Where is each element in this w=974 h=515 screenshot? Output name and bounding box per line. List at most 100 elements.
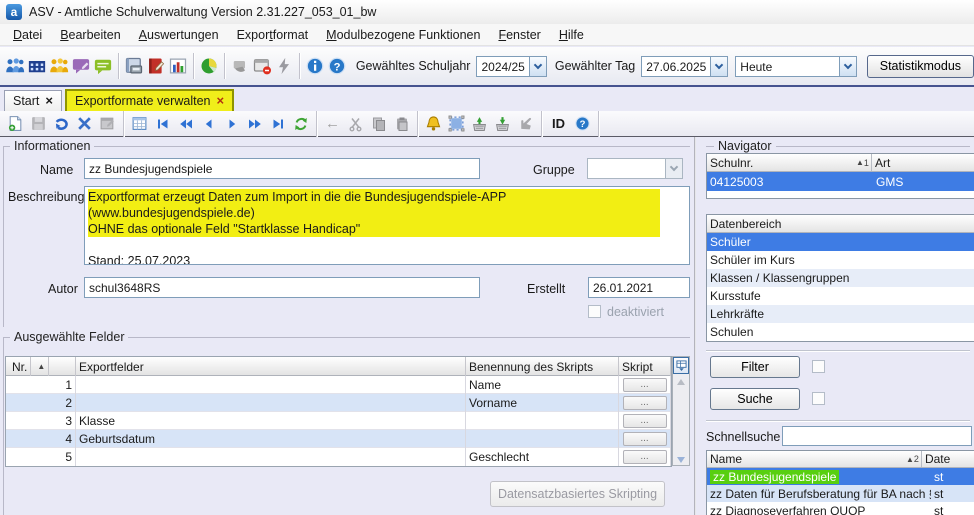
students-icon[interactable] xyxy=(4,53,26,79)
datenbereich-item-klassen[interactable]: Klassen / Klassengruppen xyxy=(707,269,974,287)
red-book-edit-icon[interactable] xyxy=(145,53,167,79)
school-row[interactable]: 04125003 GMS xyxy=(707,172,974,191)
name-input[interactable]: zz Bundesjugendspiele xyxy=(84,158,480,179)
window-remove-icon[interactable] xyxy=(251,53,273,79)
table-row[interactable]: 1 Name ... xyxy=(6,376,671,394)
help-icon[interactable]: ? xyxy=(571,113,594,135)
day-mode-select[interactable]: Heute xyxy=(735,56,856,77)
beschreibung-textarea[interactable]: Exportformat erzeugt Daten zum Import in… xyxy=(84,186,690,265)
goto-id-button[interactable]: ID xyxy=(552,116,565,131)
skript-edit-button[interactable]: ... xyxy=(623,396,667,410)
chevron-down-icon[interactable] xyxy=(529,57,546,76)
autor-input[interactable]: schul3648RS xyxy=(84,277,480,298)
school-year-select[interactable]: 2024/25 xyxy=(476,56,546,77)
bell-icon[interactable] xyxy=(422,113,445,135)
gruppe-select[interactable] xyxy=(587,158,683,179)
suche-button[interactable]: Suche xyxy=(710,388,800,410)
menu-auswertungen[interactable]: Auswertungen xyxy=(130,25,228,45)
tab-start[interactable]: Start × xyxy=(4,90,62,111)
menu-hilfe[interactable]: Hilfe xyxy=(550,25,593,45)
column-header-exportfelder[interactable]: Exportfelder xyxy=(76,357,466,376)
copy-icon[interactable] xyxy=(367,113,390,135)
column-chooser-button[interactable] xyxy=(673,357,689,374)
report-print-icon[interactable] xyxy=(123,53,145,79)
deaktiviert-checkbox[interactable] xyxy=(588,305,601,318)
column-header-datenbereich[interactable]: Datenbereich xyxy=(707,215,784,232)
school-building-icon[interactable] xyxy=(26,53,48,79)
column-header-skript[interactable]: Skript xyxy=(619,357,671,376)
menu-modulbezogene-funktionen[interactable]: Modulbezogene Funktionen xyxy=(317,25,489,45)
table-row[interactable]: 2 Vorname ... xyxy=(6,394,671,412)
cut-icon[interactable] xyxy=(344,113,367,135)
datenbereich-item-kursstufe[interactable]: Kursstufe xyxy=(707,287,974,305)
help-icon[interactable]: ? xyxy=(326,53,348,79)
column-header-date[interactable]: Date xyxy=(922,451,953,467)
table-row[interactable]: 4 Geburtsdatum ... xyxy=(6,430,671,448)
list-item[interactable]: zz Diagnoseverfahren QUOP st xyxy=(707,502,974,515)
datensatz-skripting-button[interactable]: Datensatzbasiertes Skripting xyxy=(490,481,665,507)
save-icon[interactable] xyxy=(27,113,50,135)
column-header-schulnr[interactable]: Schulnr. xyxy=(707,154,853,171)
datenbereich-item-schueler[interactable]: Schüler xyxy=(707,233,974,251)
erstellt-input[interactable]: 26.01.2021 xyxy=(588,277,690,298)
menu-datei[interactable]: Datei xyxy=(4,25,51,45)
chevron-down-icon[interactable] xyxy=(839,57,856,76)
fast-backward-icon[interactable] xyxy=(174,113,197,135)
refresh-icon[interactable] xyxy=(289,113,312,135)
first-record-icon[interactable] xyxy=(151,113,174,135)
column-header-nr[interactable]: Nr.▲ xyxy=(6,357,76,376)
edit-record-icon[interactable] xyxy=(96,113,119,135)
schnellsuche-input[interactable] xyxy=(782,426,972,446)
fast-forward-icon[interactable] xyxy=(243,113,266,135)
datenbereich-item-schueler-im-kurs[interactable]: Schüler im Kurs xyxy=(707,251,974,269)
chevron-down-icon[interactable] xyxy=(710,57,727,76)
message-purple-icon[interactable] xyxy=(70,53,92,79)
pie-chart-icon[interactable] xyxy=(198,53,220,79)
scroll-up-icon[interactable] xyxy=(677,379,685,385)
info-icon[interactable] xyxy=(304,53,326,79)
skript-edit-button[interactable]: ... xyxy=(623,450,667,464)
import-basket-icon[interactable] xyxy=(468,113,491,135)
column-header-benennung[interactable]: Benennung des Skripts xyxy=(466,357,619,376)
list-item[interactable]: zz Daten für Berufsberatung für BA nach … xyxy=(707,485,974,502)
table-row[interactable]: 3 Klasse ... xyxy=(6,412,671,430)
delete-icon[interactable] xyxy=(73,113,96,135)
menu-fenster[interactable]: Fenster xyxy=(489,25,549,45)
message-green-icon[interactable] xyxy=(92,53,114,79)
previous-record-icon[interactable] xyxy=(197,113,220,135)
export-basket-icon[interactable] xyxy=(491,113,514,135)
table-scrollbar[interactable] xyxy=(672,356,690,466)
menu-exportformat[interactable]: Exportformat xyxy=(228,25,318,45)
scroll-down-icon[interactable] xyxy=(677,457,685,463)
skript-edit-button[interactable]: ... xyxy=(623,414,667,428)
persons-yellow-icon[interactable] xyxy=(48,53,70,79)
hand-card-icon[interactable] xyxy=(229,53,251,79)
last-record-icon[interactable] xyxy=(266,113,289,135)
data-form-icon[interactable] xyxy=(128,113,151,135)
day-select[interactable]: 27.06.2025 xyxy=(641,56,728,77)
statistics-mode-button[interactable]: Statistikmodus xyxy=(867,55,974,78)
suche-checkbox[interactable] xyxy=(812,392,825,405)
next-record-icon[interactable] xyxy=(220,113,243,135)
table-row[interactable]: 5 Geschlecht ... xyxy=(6,448,671,466)
datenbereich-item-schulen[interactable]: Schulen xyxy=(707,323,974,341)
paste-icon[interactable] xyxy=(390,113,413,135)
bar-chart-icon[interactable] xyxy=(167,53,189,79)
column-header-art[interactable]: Art xyxy=(872,154,893,171)
skript-edit-button[interactable]: ... xyxy=(623,378,667,392)
datenbereich-item-lehrkraefte[interactable]: Lehrkräfte xyxy=(707,305,974,323)
list-item[interactable]: zz Bundesjugendspiele st xyxy=(707,468,974,485)
revert-hand-icon[interactable] xyxy=(514,113,537,135)
new-record-icon[interactable] xyxy=(4,113,27,135)
tab-close-icon[interactable]: × xyxy=(216,96,224,106)
tab-close-icon[interactable]: × xyxy=(45,96,53,106)
undo-icon[interactable] xyxy=(50,113,73,135)
column-header-name[interactable]: Name xyxy=(707,451,903,467)
selection-marquee-icon[interactable] xyxy=(445,113,468,135)
tab-exportformate-verwalten[interactable]: Exportformate verwalten × xyxy=(65,89,234,111)
menu-bearbeiten[interactable]: Bearbeiten xyxy=(51,25,129,45)
skript-edit-button[interactable]: ... xyxy=(623,432,667,446)
lightning-icon[interactable] xyxy=(273,53,295,79)
filter-button[interactable]: Filter xyxy=(710,356,800,378)
filter-checkbox[interactable] xyxy=(812,360,825,373)
